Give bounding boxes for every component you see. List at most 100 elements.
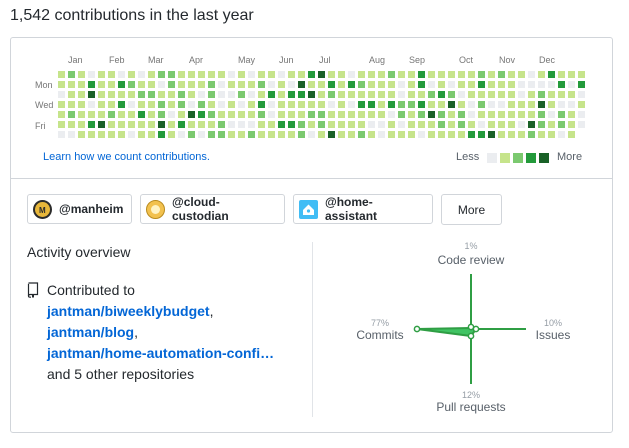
contribution-day-cell[interactable] (248, 101, 255, 108)
contribution-day-cell[interactable] (308, 131, 315, 138)
contribution-day-cell[interactable] (88, 91, 95, 98)
contribution-day-cell[interactable] (368, 81, 375, 88)
contribution-day-cell[interactable] (328, 71, 335, 78)
contribution-day-cell[interactable] (508, 131, 515, 138)
contribution-day-cell[interactable] (408, 111, 415, 118)
contribution-day-cell[interactable] (288, 91, 295, 98)
contribution-day-cell[interactable] (308, 111, 315, 118)
contribution-day-cell[interactable] (158, 131, 165, 138)
contribution-day-cell[interactable] (268, 71, 275, 78)
contribution-day-cell[interactable] (178, 131, 185, 138)
contribution-day-cell[interactable] (278, 91, 285, 98)
contribution-day-cell[interactable] (128, 91, 135, 98)
contribution-day-cell[interactable] (238, 81, 245, 88)
contribution-day-cell[interactable] (488, 91, 495, 98)
contribution-day-cell[interactable] (138, 81, 145, 88)
contribution-day-cell[interactable] (418, 121, 425, 128)
contribution-day-cell[interactable] (288, 131, 295, 138)
contribution-day-cell[interactable] (138, 121, 145, 128)
contribution-day-cell[interactable] (98, 71, 105, 78)
contribution-day-cell[interactable] (178, 71, 185, 78)
contribution-day-cell[interactable] (398, 131, 405, 138)
contribution-day-cell[interactable] (148, 71, 155, 78)
contribution-day-cell[interactable] (358, 81, 365, 88)
contribution-day-cell[interactable] (468, 101, 475, 108)
contribution-day-cell[interactable] (258, 81, 265, 88)
contribution-day-cell[interactable] (538, 111, 545, 118)
contribution-day-cell[interactable] (188, 111, 195, 118)
contribution-day-cell[interactable] (248, 131, 255, 138)
contribution-day-cell[interactable] (88, 81, 95, 88)
contribution-day-cell[interactable] (558, 101, 565, 108)
contribution-day-cell[interactable] (298, 71, 305, 78)
contribution-day-cell[interactable] (148, 131, 155, 138)
contribution-day-cell[interactable] (308, 71, 315, 78)
contribution-day-cell[interactable] (78, 111, 85, 118)
contribution-day-cell[interactable] (248, 91, 255, 98)
contribution-day-cell[interactable] (208, 121, 215, 128)
contribution-day-cell[interactable] (208, 111, 215, 118)
contribution-day-cell[interactable] (128, 71, 135, 78)
contribution-day-cell[interactable] (458, 91, 465, 98)
contribution-day-cell[interactable] (78, 121, 85, 128)
contribution-day-cell[interactable] (258, 101, 265, 108)
contribution-day-cell[interactable] (238, 101, 245, 108)
contribution-day-cell[interactable] (278, 81, 285, 88)
contribution-day-cell[interactable] (148, 91, 155, 98)
contribution-day-cell[interactable] (58, 71, 65, 78)
contribution-day-cell[interactable] (178, 101, 185, 108)
contribution-day-cell[interactable] (388, 81, 395, 88)
org-button-home-assistant[interactable]: @home-assistant (293, 194, 433, 224)
contribution-day-cell[interactable] (288, 71, 295, 78)
contribution-day-cell[interactable] (558, 91, 565, 98)
contribution-day-cell[interactable] (138, 71, 145, 78)
org-button-manheim[interactable]: M @manheim (27, 194, 132, 224)
contribution-day-cell[interactable] (468, 91, 475, 98)
contribution-day-cell[interactable] (578, 81, 585, 88)
contribution-day-cell[interactable] (278, 101, 285, 108)
contribution-day-cell[interactable] (198, 101, 205, 108)
contribution-day-cell[interactable] (218, 131, 225, 138)
contribution-day-cell[interactable] (398, 91, 405, 98)
contribution-day-cell[interactable] (558, 121, 565, 128)
contribution-day-cell[interactable] (138, 131, 145, 138)
contribution-day-cell[interactable] (428, 91, 435, 98)
contribution-day-cell[interactable] (438, 91, 445, 98)
contribution-day-cell[interactable] (498, 111, 505, 118)
contribution-day-cell[interactable] (228, 121, 235, 128)
contribution-day-cell[interactable] (368, 131, 375, 138)
contribution-day-cell[interactable] (568, 71, 575, 78)
contribution-day-cell[interactable] (418, 101, 425, 108)
contribution-day-cell[interactable] (88, 71, 95, 78)
contribution-day-cell[interactable] (528, 91, 535, 98)
contribution-day-cell[interactable] (68, 71, 75, 78)
contribution-day-cell[interactable] (368, 111, 375, 118)
contribution-day-cell[interactable] (328, 101, 335, 108)
contribution-day-cell[interactable] (378, 111, 385, 118)
contribution-day-cell[interactable] (518, 121, 525, 128)
contribution-day-cell[interactable] (548, 81, 555, 88)
contribution-day-cell[interactable] (318, 71, 325, 78)
contribution-day-cell[interactable] (188, 71, 195, 78)
contribution-day-cell[interactable] (248, 81, 255, 88)
contribution-day-cell[interactable] (428, 101, 435, 108)
contribution-day-cell[interactable] (368, 91, 375, 98)
contribution-day-cell[interactable] (208, 131, 215, 138)
contribution-day-cell[interactable] (478, 71, 485, 78)
org-button-cloud-custodian[interactable]: @cloud-custodian (140, 194, 285, 224)
contribution-day-cell[interactable] (468, 81, 475, 88)
contribution-day-cell[interactable] (238, 111, 245, 118)
contribution-day-cell[interactable] (528, 81, 535, 88)
contribution-day-cell[interactable] (378, 71, 385, 78)
contribution-day-cell[interactable] (498, 91, 505, 98)
contribution-day-cell[interactable] (298, 101, 305, 108)
contribution-day-cell[interactable] (438, 81, 445, 88)
contribution-day-cell[interactable] (468, 71, 475, 78)
contribution-day-cell[interactable] (278, 121, 285, 128)
contribution-day-cell[interactable] (298, 121, 305, 128)
contribution-day-cell[interactable] (568, 91, 575, 98)
contribution-day-cell[interactable] (428, 81, 435, 88)
contribution-day-cell[interactable] (138, 91, 145, 98)
contribution-day-cell[interactable] (88, 121, 95, 128)
contribution-day-cell[interactable] (268, 111, 275, 118)
